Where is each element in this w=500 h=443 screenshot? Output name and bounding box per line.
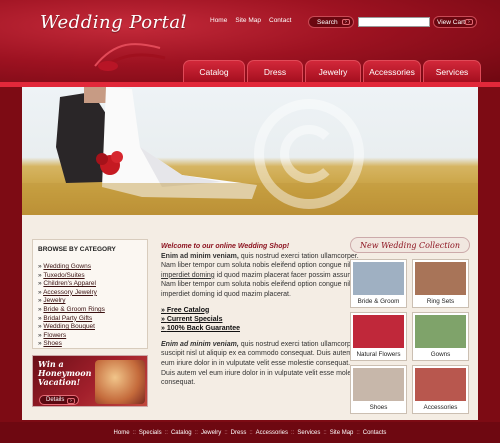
collection-item-natural-flowers[interactable]: Natural Flowers <box>350 312 407 361</box>
collection-label: Natural Flowers <box>356 351 401 358</box>
collection-label: Gowns <box>430 351 451 358</box>
paragraph-2: Enim ad minim veniam, quis nostrud exerc… <box>161 340 363 387</box>
footer-link-dress[interactable]: Dress <box>231 430 247 436</box>
category-item[interactable]: » Accessory Jewelry <box>38 289 105 298</box>
footer-nav: Home:: Specials:: Catalog:: Jewelry:: Dr… <box>0 422 500 443</box>
natural-flowers-image <box>353 315 404 348</box>
footer-link-contacts[interactable]: Contacts <box>363 430 387 436</box>
collection-label: Ring Sets <box>426 298 455 305</box>
collection-grid: Bride & Groom Ring Sets Natural Flowers … <box>350 259 469 414</box>
quick-links: » Free Catalog » Current Specials » 100%… <box>161 306 366 334</box>
welcome-title: Welcome to our online Wedding Shop! <box>161 243 290 250</box>
collection-item-shoes[interactable]: Shoes <box>350 365 407 414</box>
category-title: BROWSE BY CATEGORY <box>38 246 116 253</box>
ribbon-swash-icon <box>94 43 166 72</box>
champagne-glasses-image <box>95 360 145 404</box>
arrow-right-icon: › <box>465 19 473 25</box>
category-item[interactable]: » Wedding Bouquet <box>38 323 105 332</box>
arrow-right-icon: › <box>342 19 350 25</box>
main-nav: Catalog Dress Jewelry Accessories Servic… <box>183 60 481 82</box>
link-back-guarantee[interactable]: » 100% Back Guarantee <box>161 324 366 333</box>
link-free-catalog[interactable]: » Free Catalog <box>161 306 366 315</box>
category-item[interactable]: » Shoes <box>38 340 105 349</box>
category-list: » Wedding Gowns » Tuxedo/Suites » Childr… <box>38 263 105 349</box>
category-item[interactable]: » Bride & Groom Rings <box>38 306 105 315</box>
search-input[interactable] <box>358 17 430 27</box>
accessories-image <box>415 368 466 401</box>
promo-text: Win a Honeymoon Vacation! <box>38 359 92 387</box>
top-link-sitemap[interactable]: Site Map <box>235 17 261 24</box>
collection-label: Bride & Groom <box>357 298 400 305</box>
view-cart-button[interactable]: View Cart › <box>433 16 477 28</box>
details-button[interactable]: Details › <box>39 395 79 405</box>
footer-link-accessories[interactable]: Accessories <box>256 430 288 436</box>
gowns-image <box>415 315 466 348</box>
collection-label: Shoes <box>369 404 388 411</box>
view-cart-label: View Cart <box>437 18 466 26</box>
footer-link-home[interactable]: Home <box>114 430 130 436</box>
imperdiet-link[interactable]: imperdiet doming <box>161 272 215 279</box>
collection-item-gowns[interactable]: Gowns <box>412 312 469 361</box>
top-link-contact[interactable]: Contact <box>269 17 291 24</box>
category-item[interactable]: » Jewelry <box>38 297 105 306</box>
welcome-content: Welcome to our online Wedding Shop! Enim… <box>161 242 366 388</box>
collection-title: New Wedding Collection <box>350 237 470 253</box>
honeymoon-promo[interactable]: Win a Honeymoon Vacation! Details › <box>32 355 148 407</box>
category-item[interactable]: » Tuxedo/Suites <box>38 272 105 281</box>
footer-link-specials[interactable]: Specials <box>139 430 162 436</box>
copyright-c-icon <box>280 125 338 183</box>
nav-tab-dress[interactable]: Dress <box>247 60 303 82</box>
search-button[interactable]: Search › <box>308 16 354 28</box>
bride-groom-image <box>353 262 404 295</box>
top-links: Home Site Map Contact <box>210 17 291 24</box>
shoes-image <box>353 368 404 401</box>
category-item[interactable]: » Children's Apparel <box>38 280 105 289</box>
wedding-couple-image <box>22 87 478 215</box>
search-button-label: Search <box>317 18 338 26</box>
category-item[interactable]: » Wedding Gowns <box>38 263 105 272</box>
nav-tab-catalog[interactable]: Catalog <box>183 60 245 82</box>
details-label: Details <box>46 397 65 403</box>
nav-tab-jewelry[interactable]: Jewelry <box>305 60 361 82</box>
paragraph-1: Enim ad minim veniam, quis nostrud exerc… <box>161 252 359 298</box>
footer-link-sitemap[interactable]: Site Map <box>330 430 354 436</box>
category-item[interactable]: » Flowers <box>38 332 105 341</box>
top-link-home[interactable]: Home <box>210 17 227 24</box>
category-item[interactable]: » Bridal Party Gifts <box>38 315 105 324</box>
footer-link-catalog[interactable]: Catalog <box>171 430 192 436</box>
main-content: BROWSE BY CATEGORY » Wedding Gowns » Tux… <box>22 215 478 420</box>
link-current-specials[interactable]: » Current Specials <box>161 315 366 324</box>
collection-item-ring-sets[interactable]: Ring Sets <box>412 259 469 308</box>
site-header: Wedding Portal Home Site Map Contact Sea… <box>0 0 500 86</box>
collection-item-accessories[interactable]: Accessories <box>412 365 469 414</box>
footer-link-services[interactable]: Services <box>297 430 320 436</box>
nav-tab-services[interactable]: Services <box>423 60 481 82</box>
category-box: BROWSE BY CATEGORY » Wedding Gowns » Tux… <box>32 239 148 349</box>
new-collection: New Wedding Collection Bride & Groom Rin… <box>350 237 470 415</box>
footer-link-jewelry[interactable]: Jewelry <box>201 430 221 436</box>
collection-label: Accessories <box>423 404 458 411</box>
hero-banner <box>22 87 478 215</box>
collection-item-bride-groom[interactable]: Bride & Groom <box>350 259 407 308</box>
arrow-right-icon: › <box>67 398 75 404</box>
site-logo[interactable]: Wedding Portal <box>40 12 187 33</box>
ring-sets-image <box>415 262 466 295</box>
nav-tab-accessories[interactable]: Accessories <box>363 60 421 82</box>
